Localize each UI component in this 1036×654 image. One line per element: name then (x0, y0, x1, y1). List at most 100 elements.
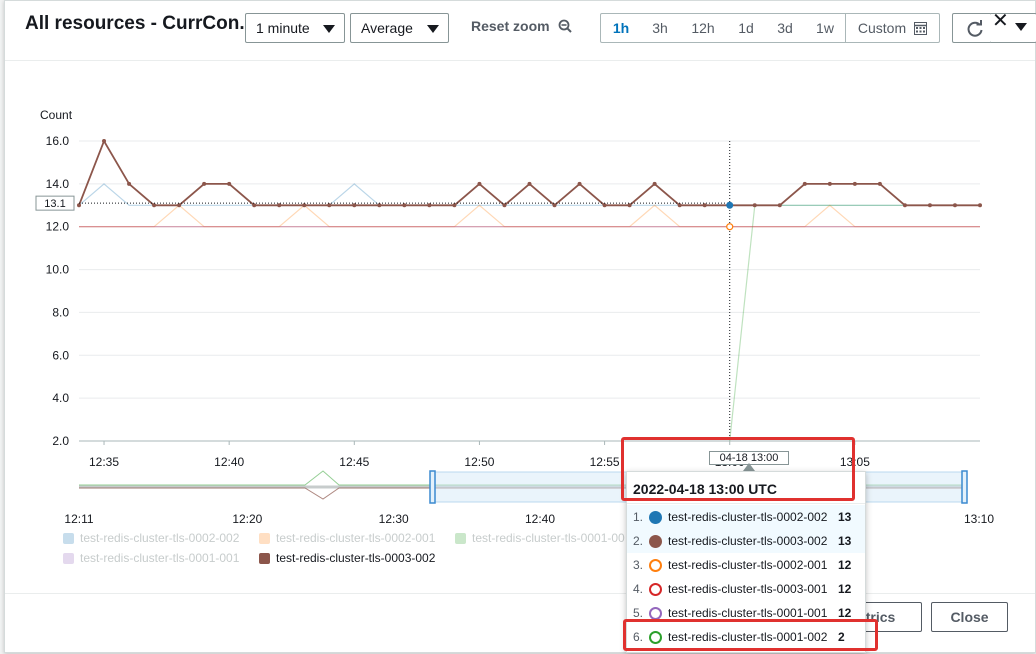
data-point (602, 203, 607, 208)
data-point (302, 203, 307, 208)
hover-value-label: 13.1 (44, 198, 65, 210)
tooltip-series-value: 12 (838, 558, 852, 572)
tooltip-series-name: test-redis-cluster-tls-0002-001 (668, 558, 828, 572)
series-marker-icon (649, 558, 662, 572)
legend-label: test-redis-cluster-tls-0003-002 (276, 551, 436, 565)
overview-tick-label: 12:40 (525, 512, 555, 526)
overview-tick-label: 12:30 (379, 512, 409, 526)
data-point (502, 203, 507, 208)
close-button-label: Close (950, 609, 989, 625)
series-line (78, 183, 980, 206)
highlight-box (623, 619, 878, 651)
series-marker-icon (649, 606, 662, 620)
tooltip-row-number: 2. (633, 534, 644, 548)
highlight-box (621, 437, 855, 501)
x-tick-label: 12:45 (339, 455, 369, 469)
legend-item[interactable]: test-redis-cluster-tls-0002-002 (63, 531, 239, 545)
data-point (577, 181, 582, 186)
hover-marker (726, 223, 734, 231)
series-line (729, 204, 980, 442)
legend-item[interactable]: test-redis-cluster-tls-0001-00 (455, 531, 625, 545)
series-marker-icon (649, 582, 662, 596)
y-tick-label: 6.0 (52, 348, 69, 362)
data-point (227, 181, 232, 186)
data-point (477, 181, 482, 186)
overview-tick-label: 12:20 (232, 512, 262, 526)
data-point (377, 203, 382, 208)
data-point (152, 203, 157, 208)
series-line (78, 138, 980, 207)
tooltip-series-value: 13 (838, 510, 852, 524)
tooltip-series-name: test-redis-cluster-tls-0003-002 (668, 534, 828, 548)
data-point (77, 203, 81, 208)
y-tick-label: 10.0 (46, 263, 70, 277)
data-point (877, 181, 882, 186)
tooltip-series-value: 13 (838, 534, 852, 548)
tooltip-series-name: test-redis-cluster-tls-0003-001 (668, 582, 828, 596)
tooltip-row: 1. test-redis-cluster-tls-0002-002 13 (627, 505, 865, 529)
legend-swatch (259, 552, 270, 564)
legend-swatch (259, 532, 270, 544)
tooltip-series-value: 12 (838, 606, 852, 620)
data-point (652, 181, 657, 186)
data-point (127, 181, 132, 186)
legend-item[interactable]: test-redis-cluster-tls-0001-001 (63, 551, 239, 565)
series-marker-icon (649, 534, 662, 548)
tooltip-row: 4. test-redis-cluster-tls-0003-001 12 (627, 577, 865, 601)
tooltip-row-number: 5. (633, 606, 644, 620)
legend-swatch (455, 532, 466, 544)
data-point (202, 181, 207, 186)
overview-tick-label: 12:11 (64, 512, 93, 526)
data-point (452, 203, 457, 208)
legend-item[interactable]: test-redis-cluster-tls-0003-002 (259, 551, 435, 565)
overview-handle (961, 470, 968, 504)
y-tick-label: 8.0 (52, 305, 69, 319)
data-point (627, 203, 632, 208)
line-chart[interactable]: Count 16.0 14.0 12.0 10.0 8.0 6.0 4.0 2.0 12:35 12… (5, 1, 1035, 593)
data-point (777, 203, 782, 208)
overview-tick-label: 13:10 (964, 512, 994, 526)
tooltip-row-number: 3. (633, 558, 644, 572)
metrics-modal: All resources - CurrCon... 1 minute Aver… (4, 0, 1036, 653)
data-point (702, 203, 707, 208)
legend-label: test-redis-cluster-tls-0002-002 (80, 531, 240, 545)
data-point (352, 203, 357, 208)
x-tick-label: 12:50 (464, 455, 494, 469)
data-point (852, 181, 857, 186)
overview-handle (429, 470, 436, 504)
data-point (527, 181, 532, 186)
y-axis-label: Count (40, 108, 73, 122)
data-point (177, 203, 182, 208)
tooltip-row: 2. test-redis-cluster-tls-0003-002 13 (627, 529, 865, 553)
series-line (79, 204, 980, 228)
y-tick-label: 4.0 (52, 391, 69, 405)
data-point (402, 203, 407, 208)
legend-item[interactable]: test-redis-cluster-tls-0002-001 (259, 531, 435, 545)
data-point (927, 203, 932, 208)
legend-swatch (63, 532, 74, 544)
x-tick-label: 12:55 (590, 455, 620, 469)
data-point (978, 203, 982, 208)
tooltip-row: 3. test-redis-cluster-tls-0002-001 12 (627, 553, 865, 577)
tooltip-row-number: 1. (633, 510, 644, 524)
hover-marker (726, 201, 734, 209)
tooltip-series-value: 12 (838, 582, 852, 596)
legend-label: test-redis-cluster-tls-0001-001 (80, 551, 240, 565)
x-tick-label: 12:35 (89, 455, 119, 469)
close-button[interactable]: Close (931, 602, 1008, 632)
tooltip-series-name: test-redis-cluster-tls-0002-002 (668, 510, 828, 524)
legend-label: test-redis-cluster-tls-0002-001 (276, 531, 436, 545)
x-tick-label: 12:40 (214, 455, 244, 469)
data-point (952, 203, 957, 208)
data-point (752, 203, 757, 208)
tooltip-series-name: test-redis-cluster-tls-0001-001 (668, 606, 828, 620)
data-point (802, 181, 807, 186)
data-point (677, 203, 682, 208)
data-point (277, 203, 282, 208)
y-tick-label: 2.0 (52, 434, 69, 448)
data-point (252, 203, 257, 208)
legend-label: test-redis-cluster-tls-0001-00 (472, 531, 625, 545)
data-point (327, 203, 332, 208)
series-marker-icon (649, 510, 662, 524)
legend-swatch (63, 552, 74, 564)
